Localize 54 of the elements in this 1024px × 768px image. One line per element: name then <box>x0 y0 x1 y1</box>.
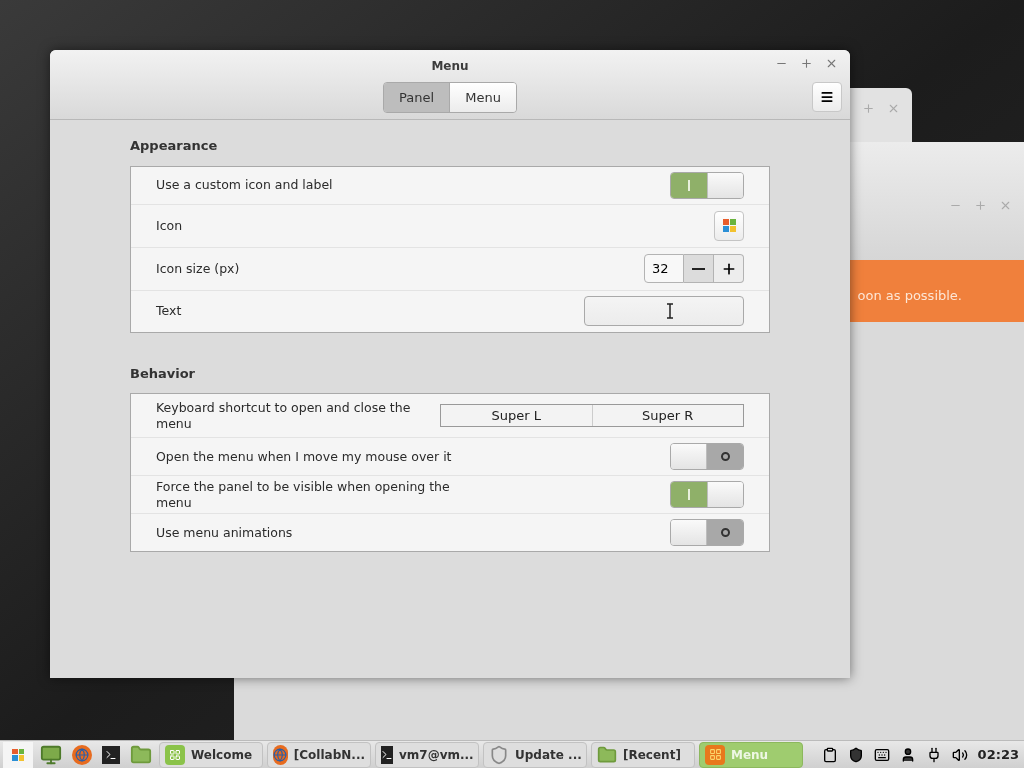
tab[interactable]: Panel <box>384 83 450 112</box>
globe-icon <box>273 744 288 765</box>
globe-icon[interactable] <box>72 744 92 765</box>
terminal-icon <box>381 745 393 764</box>
shortcut-button[interactable]: Super R <box>591 405 743 426</box>
section-heading: Behavior <box>130 364 197 383</box>
shield-icon[interactable] <box>847 746 864 763</box>
setting-label: Use menu animations <box>156 524 294 541</box>
shield-icon <box>489 744 509 765</box>
grid-icon <box>705 744 725 765</box>
maximize-icon[interactable] <box>800 57 813 70</box>
toggle-switch[interactable] <box>670 171 744 199</box>
setting-label: Text <box>156 303 183 319</box>
off-mark-icon <box>720 528 730 537</box>
window-title: Menu <box>431 58 469 75</box>
taskbar-window-button[interactable]: [Recent] <box>591 741 695 768</box>
clipboard-icon[interactable] <box>821 746 838 763</box>
toggle-switch[interactable] <box>670 519 744 546</box>
toggle-switch[interactable] <box>670 481 744 508</box>
taskbar-window-button[interactable]: [CollabN... <box>267 741 371 768</box>
clock[interactable]: 02:23 <box>977 744 1019 765</box>
menu-button[interactable] <box>812 82 842 112</box>
icon-chooser-button[interactable] <box>714 210 744 241</box>
terminal-icon[interactable] <box>102 745 120 764</box>
minus-icon <box>692 267 705 270</box>
toggle-switch[interactable] <box>670 443 744 470</box>
desktop-icon[interactable] <box>40 743 62 766</box>
icon-size-field[interactable]: 32 <box>644 254 684 283</box>
menu-icon <box>820 90 834 104</box>
tab[interactable]: Menu <box>449 83 516 112</box>
volume-icon[interactable] <box>951 746 968 763</box>
taskbar-window-button[interactable]: Welcome <box>159 741 263 768</box>
taskbar-window-button[interactable]: vm7@vm... <box>375 741 479 768</box>
keyboard-icon[interactable] <box>873 746 890 763</box>
setting-label: Icon <box>156 217 184 234</box>
taskbar-window-button[interactable]: Update ... <box>483 741 587 768</box>
decrement-button[interactable] <box>684 254 714 283</box>
window-logo-icon <box>722 219 736 232</box>
shortcut-button[interactable]: Super L <box>441 405 592 426</box>
setting-label: Icon size (px) <box>156 260 241 277</box>
close-icon[interactable] <box>825 57 838 70</box>
setting-label: Use a custom icon and label <box>156 177 334 193</box>
text-cursor-icon <box>666 303 674 319</box>
folder-icon <box>597 744 617 765</box>
setting-label: Keyboard shortcut to open and close the menu <box>156 399 412 432</box>
folder-icon[interactable] <box>130 743 152 766</box>
banner-text: oon as possible. <box>857 289 962 302</box>
setting-label: Force the panel to be visible when opening the menu <box>156 478 451 511</box>
text-field[interactable] <box>584 296 744 326</box>
section-heading: Appearance <box>130 137 219 155</box>
off-mark-icon <box>720 452 730 461</box>
setting-label: Open the menu when I move my mouse over it <box>156 448 453 465</box>
increment-button[interactable] <box>714 254 744 283</box>
start-menu-button[interactable] <box>3 741 33 768</box>
